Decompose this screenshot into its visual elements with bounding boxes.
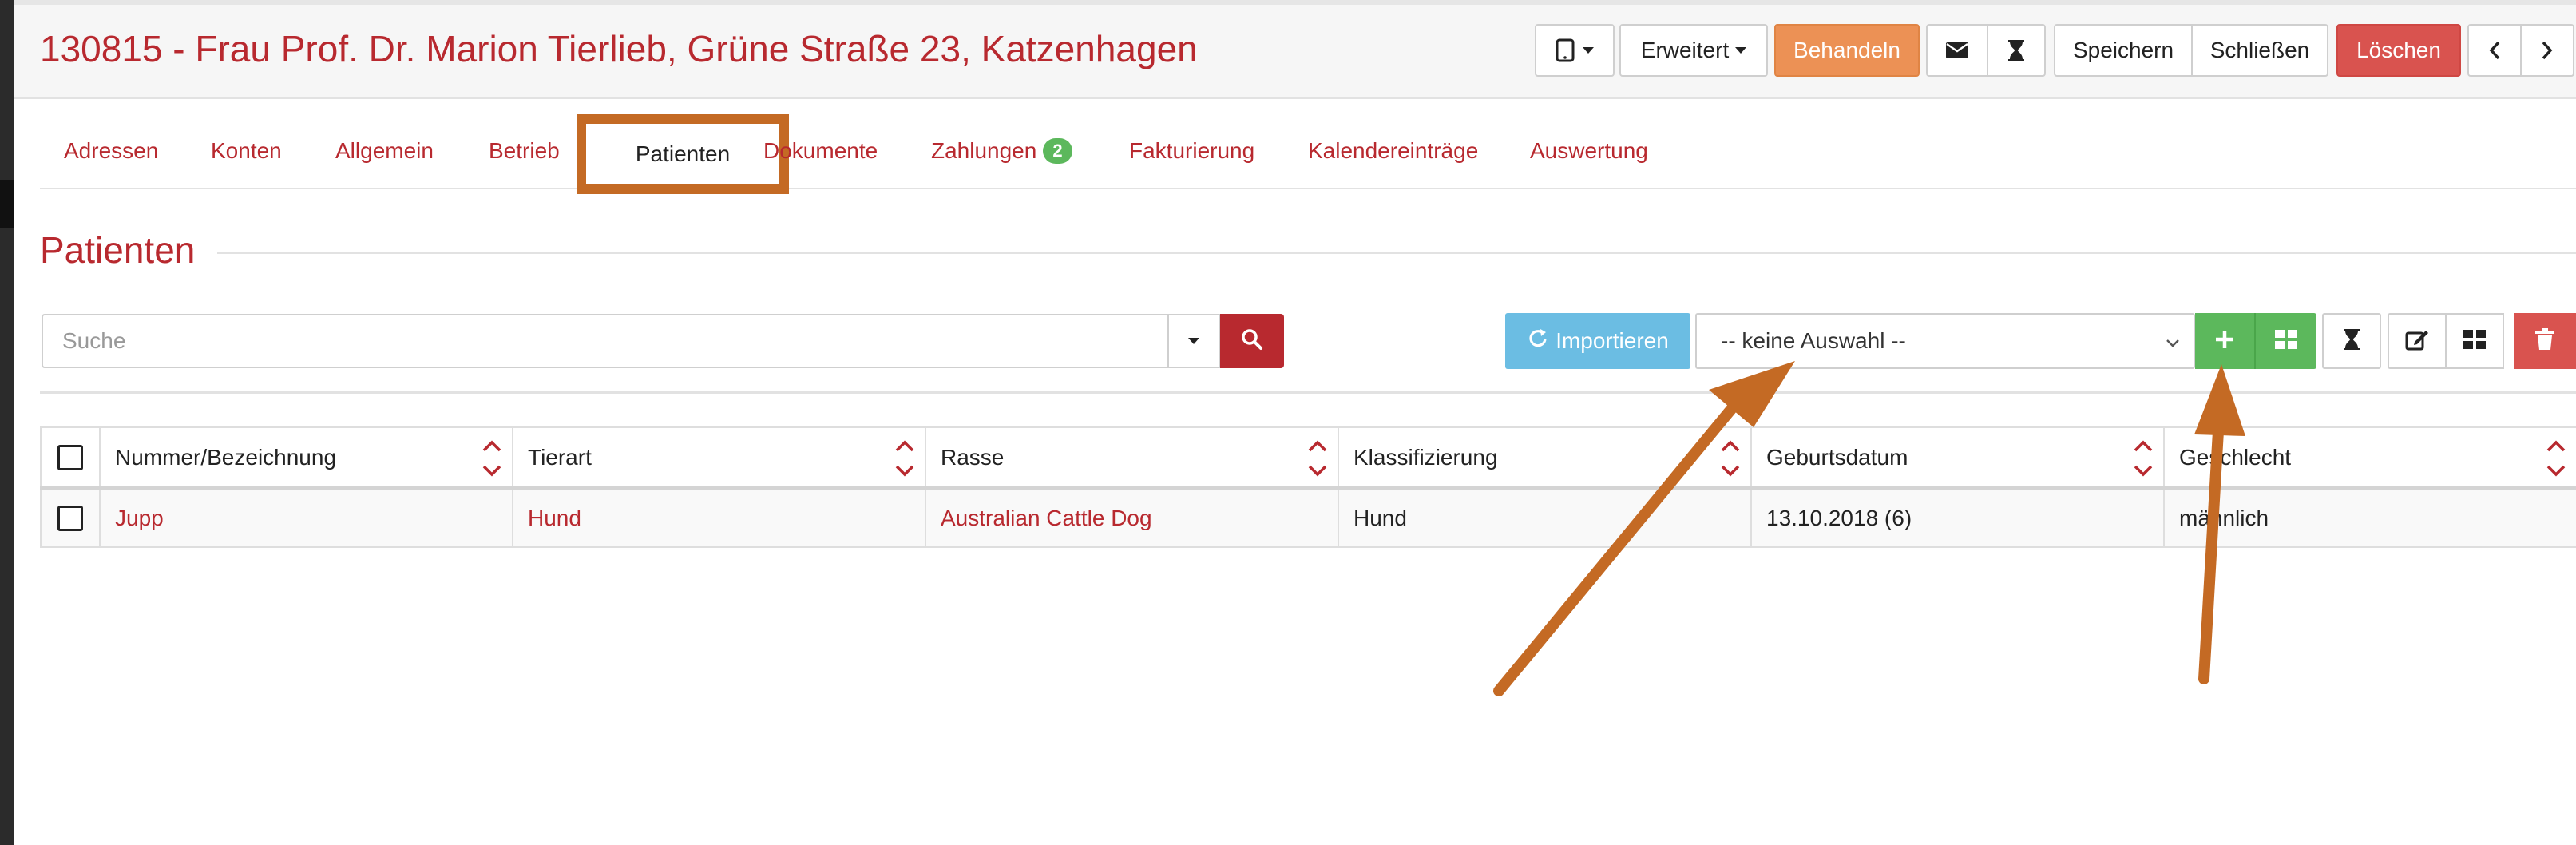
tab-evaluation[interactable]: Auswertung <box>1530 113 1648 188</box>
add-patient-button[interactable] <box>2195 313 2256 369</box>
email-button[interactable] <box>1926 24 1988 77</box>
delete-record-button[interactable]: Löschen <box>2336 24 2461 77</box>
search-placeholder: Suche <box>62 328 126 353</box>
sort-icon[interactable] <box>482 434 502 482</box>
chevron-right-icon <box>2542 41 2553 60</box>
tab-general[interactable]: Allgemein <box>335 113 434 188</box>
tab-addresses[interactable]: Adressen <box>64 113 158 188</box>
trash-icon <box>2535 327 2554 355</box>
sort-icon[interactable] <box>1720 434 1741 482</box>
left-edge-strip <box>0 0 14 845</box>
tab-documents[interactable]: Dokumente <box>763 113 878 188</box>
caret-down-icon <box>1188 334 1199 348</box>
delete-label: Löschen <box>2356 38 2441 62</box>
extended-label: Erweitert <box>1640 38 1730 62</box>
payments-count-badge: 2 <box>1043 137 1072 164</box>
envelope-icon <box>1946 42 1968 58</box>
select-all-checkbox[interactable] <box>57 445 83 471</box>
species-link[interactable]: Hund <box>512 487 926 548</box>
sort-icon[interactable] <box>894 434 915 482</box>
edit-button[interactable] <box>2388 313 2447 369</box>
import-button[interactable]: Importieren <box>1505 313 1690 369</box>
patients-table: Nummer/Bezeichnung Tierart Rasse Klassif… <box>40 426 2576 548</box>
grid-icon <box>2275 329 2297 353</box>
column-header-sex[interactable]: Geschlecht <box>2163 426 2576 490</box>
section-rule <box>217 252 2576 254</box>
caret-down-icon <box>1583 47 1594 54</box>
toolbar-divider <box>40 391 2576 394</box>
treat-label: Behandeln <box>1793 38 1900 62</box>
birthdate-cell: 13.10.2018 (6) <box>1750 487 2165 548</box>
grid-icon <box>2463 329 2486 353</box>
device-menu-button[interactable] <box>1535 24 1615 77</box>
sort-icon[interactable] <box>1307 434 1328 482</box>
header-top-line <box>14 0 2576 5</box>
next-record-button[interactable] <box>2520 24 2574 77</box>
hourglass-filter-button[interactable] <box>2322 313 2381 369</box>
tablet-icon <box>1556 38 1576 62</box>
classification-cell: Hund <box>1338 487 1752 548</box>
hourglass-icon <box>2343 328 2360 355</box>
chevron-left-icon <box>2489 41 2500 60</box>
extended-menu-button[interactable]: Erweitert <box>1619 24 1768 77</box>
search-input[interactable]: Suche <box>42 314 1169 368</box>
table-header-row: Nummer/Bezeichnung Tierart Rasse Klassif… <box>40 426 2576 490</box>
tab-payments[interactable]: Zahlungen 2 <box>931 113 1072 188</box>
row-select-cell <box>40 487 101 548</box>
section-title: Patienten <box>40 229 196 271</box>
edit-icon <box>2405 328 2429 355</box>
column-header-species[interactable]: Tierart <box>512 426 926 490</box>
sort-icon[interactable] <box>2133 434 2154 482</box>
search-options-button[interactable] <box>1167 314 1220 368</box>
column-label: Tierart <box>528 444 592 470</box>
column-label: Nummer/Bezeichnung <box>115 444 337 470</box>
grid-view-button[interactable] <box>2256 313 2316 369</box>
previous-record-button[interactable] <box>2467 24 2522 77</box>
patient-name-link[interactable]: Jupp <box>99 487 513 548</box>
select-all-cell <box>40 426 101 490</box>
search-icon <box>1241 328 1263 355</box>
sort-icon[interactable] <box>2546 434 2566 482</box>
treat-button[interactable]: Behandeln <box>1774 24 1920 77</box>
table-row[interactable]: Jupp Hund Australian Cattle Dog Hund 13.… <box>40 487 2576 548</box>
tab-accounts[interactable]: Konten <box>211 113 282 188</box>
save-button[interactable]: Speichern <box>2054 24 2193 77</box>
select-value: -- keine Auswahl -- <box>1721 328 1906 353</box>
close-label: Schließen <box>2209 38 2310 62</box>
search-button[interactable] <box>1220 314 1284 368</box>
save-label: Speichern <box>2072 38 2174 62</box>
patient-template-select[interactable]: -- keine Auswahl -- <box>1695 313 2195 369</box>
tab-calendar-entries[interactable]: Kalendereinträge <box>1308 113 1478 188</box>
column-label: Klassifizierung <box>1353 444 1498 470</box>
column-header-birthdate[interactable]: Geburtsdatum <box>1750 426 2165 490</box>
hourglass-icon <box>2007 39 2025 61</box>
record-tabs: Adressen Konten Allgemein Betrieb Patien… <box>40 113 2576 194</box>
chevron-down-icon <box>2165 332 2181 358</box>
tile-view-button[interactable] <box>2445 313 2504 369</box>
column-label: Geburtsdatum <box>1766 444 1908 470</box>
sex-cell: männlich <box>2163 487 2576 548</box>
plus-icon <box>2214 329 2235 354</box>
column-header-number[interactable]: Nummer/Bezeichnung <box>99 426 513 490</box>
column-label: Rasse <box>941 444 1005 470</box>
breed-link[interactable]: Australian Cattle Dog <box>925 487 1339 548</box>
tab-operation[interactable]: Betrieb <box>489 113 560 188</box>
record-title: 130815 - Frau Prof. Dr. Marion Tierlieb,… <box>40 28 1198 69</box>
column-header-breed[interactable]: Rasse <box>925 426 1339 490</box>
delete-selection-button[interactable] <box>2514 313 2576 369</box>
column-header-classification[interactable]: Klassifizierung <box>1338 426 1752 490</box>
left-edge-marker <box>0 180 14 228</box>
hourglass-button[interactable] <box>1987 24 2046 77</box>
tab-invoicing[interactable]: Fakturierung <box>1129 113 1254 188</box>
column-label: Geschlecht <box>2179 444 2292 470</box>
close-button[interactable]: Schließen <box>2191 24 2328 77</box>
caret-down-icon <box>1735 47 1747 54</box>
tab-patients[interactable]: Patienten <box>577 114 789 194</box>
row-checkbox[interactable] <box>57 506 83 532</box>
refresh-icon <box>1527 327 1549 355</box>
tab-payments-label: Zahlungen <box>931 137 1037 163</box>
import-label: Importieren <box>1556 328 1669 353</box>
